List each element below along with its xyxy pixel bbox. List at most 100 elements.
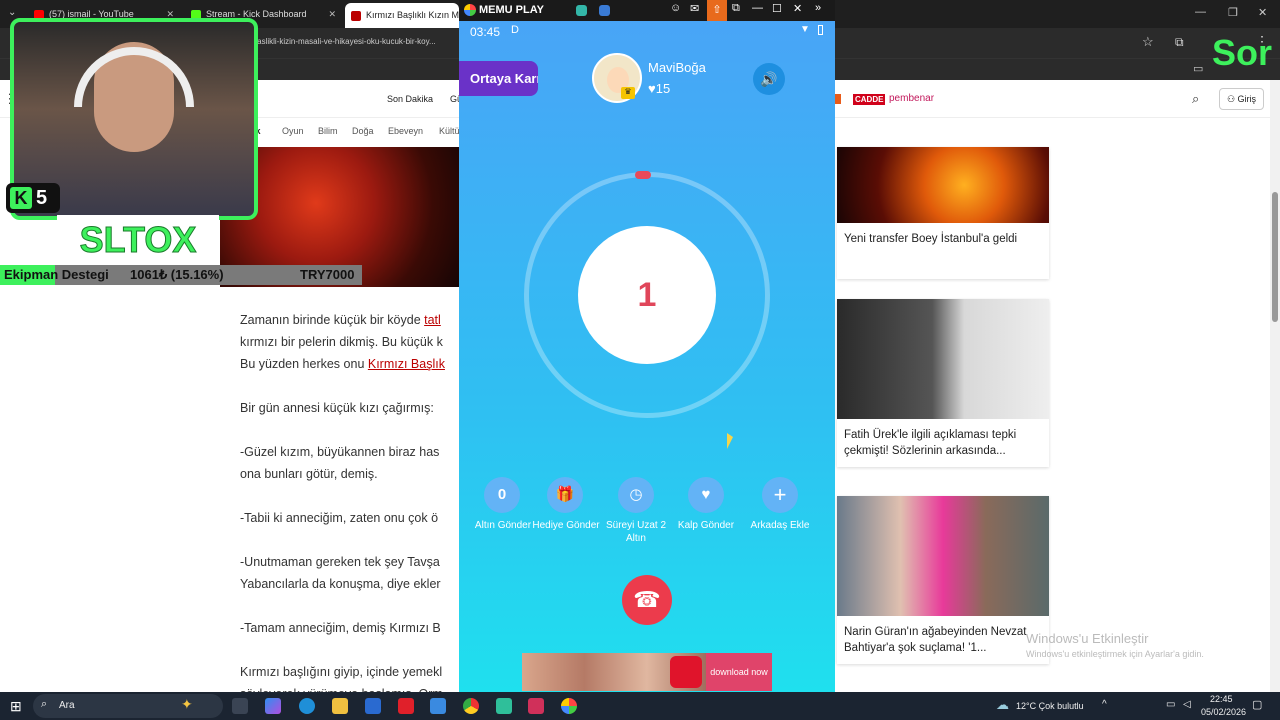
headphones [74, 47, 194, 107]
send-heart-label[interactable]: Kalp Gönder [671, 519, 741, 532]
paragraph-text: -Tabii ki anneciğim, zaten onu çok ö [240, 511, 439, 525]
expand-sidebar-icon[interactable]: » [815, 2, 821, 14]
ad-download-button[interactable]: download now [706, 653, 772, 691]
window-close-icon[interactable]: ✕ [1258, 6, 1267, 19]
mouse-cursor [727, 433, 733, 449]
extensions-icon[interactable]: ⧉ [1175, 35, 1184, 50]
network-icon[interactable]: ▭ [1166, 699, 1175, 710]
login-button[interactable]: ⚇ Giriş [1219, 88, 1264, 110]
maximize-icon[interactable]: ❐ [1228, 6, 1238, 19]
news-card[interactable]: Narin Güran'ın ağabeyinden Nevzat Bahtiy… [837, 496, 1049, 664]
clock-date[interactable]: 05/02/2026 [1201, 707, 1246, 717]
article-link[interactable]: tatl [424, 313, 441, 327]
avatar[interactable]: ♛ [592, 53, 642, 103]
news-card[interactable]: Yeni transfer Boey İstanbul'a geldi [837, 147, 1049, 279]
url-text[interactable]: -baslikli-kizin-masali-ve-hikayesi-oku-k… [250, 37, 436, 46]
brand-cadde[interactable]: CADDE [853, 94, 886, 105]
likes-value: 15 [655, 81, 671, 96]
article-paragraph: Yabancılarla da konuşma, diye ekler [240, 573, 441, 595]
volume-icon[interactable]: ◁ [1183, 699, 1191, 710]
notification-center-icon[interactable]: ▢ [1252, 698, 1262, 711]
news-card[interactable]: Fatih Ürek'le ilgili açıklaması tepki çe… [837, 299, 1049, 467]
copilot-icon[interactable] [265, 698, 281, 714]
edge-icon[interactable] [299, 698, 315, 714]
ortaya-kari-button[interactable]: Ortaya Karı [459, 61, 538, 96]
article-paragraph: Zamanın birinde küçük bir köyde tatl [240, 309, 441, 331]
app-icon[interactable] [528, 698, 544, 714]
paragraph-text: Bir gün annesi küçük kızı çağırmış: [240, 401, 434, 415]
send-gold-label[interactable]: Altın Gönder [468, 519, 538, 532]
paragraph-text: ona bunları götür, demiş. [240, 467, 378, 481]
category-oyun[interactable]: Oyun [282, 126, 304, 136]
crown-icon: ♛ [621, 87, 635, 99]
account-icon[interactable]: ☺ [670, 2, 681, 14]
sparkle-icon: ✦ [181, 696, 193, 712]
search-icon[interactable]: ⌕ [1192, 91, 1199, 107]
store-icon[interactable] [365, 698, 381, 714]
category-doga[interactable]: Doğa [352, 126, 374, 136]
donation-label: Ekipman Destegi [4, 267, 109, 282]
card-title[interactable]: Yeni transfer Boey İstanbul'a geldi [837, 223, 1049, 279]
category-ebeveyn[interactable]: Ebeveyn [388, 126, 423, 136]
memu-title-bar: MEMU PLAY ☺ ✉ ⚙ ⇧ ⧉ — ☐ ✕ » [459, 0, 835, 21]
card-image [837, 299, 1049, 419]
tray-chevron-icon[interactable]: ^ [1102, 699, 1107, 710]
ad-app-icon [670, 656, 702, 688]
webcam-overlay: K5 [0, 15, 262, 225]
memu-taskbar-icon[interactable] [561, 698, 577, 714]
card-title[interactable]: Fatih Ürek'le ilgili açıklaması tepki çe… [837, 419, 1049, 467]
folder-icon[interactable]: ▭ [1193, 62, 1203, 75]
send-gift-label[interactable]: Hediye Gönder [531, 519, 601, 532]
app-icon[interactable] [599, 5, 610, 16]
article-link[interactable]: Kırmızı Başlık [368, 357, 445, 371]
clock-time[interactable]: 22:45 [1210, 694, 1233, 704]
windows-taskbar: ⊞ ⌕ Ara ✦ ☁ 12°C Çok bulutlu ^ ▭ ◁ 22:45… [0, 692, 1280, 720]
task-view-icon[interactable] [232, 698, 248, 714]
close-icon[interactable]: ✕ [793, 2, 802, 15]
card-title[interactable]: Narin Güran'ın ağabeyinden Nevzat Bahtiy… [837, 616, 1049, 664]
kick-logo-icon: K [10, 187, 32, 209]
bookmark-star-icon[interactable]: ☆ [1142, 34, 1154, 50]
app-icon[interactable] [496, 698, 512, 714]
window-menu-icon[interactable]: ⧉ [732, 2, 740, 15]
upload-icon[interactable]: ⇧ [707, 0, 727, 21]
tab-active-label: Kırmızı Başlıklı Kızın Masalı [366, 10, 459, 20]
minimize-icon[interactable]: — [752, 2, 763, 14]
add-friend-label[interactable]: Arkadaş Ekle [745, 519, 815, 532]
category-bilim[interactable]: Bilim [318, 126, 338, 136]
extend-time-label[interactable]: Süreyi Uzat 2 Altın [601, 519, 671, 545]
clock-icon[interactable]: ◷ [618, 477, 654, 513]
maximize-icon[interactable]: ☐ [772, 2, 782, 15]
weather-text[interactable]: 12°C Çok bulutlu [1016, 701, 1084, 711]
page-scrollbar[interactable] [1270, 80, 1280, 692]
paragraph-text: kırmızı bir pelerin dikmiş. Bu küçük k [240, 335, 443, 349]
close-icon[interactable]: ✕ [328, 4, 336, 24]
gift-icon[interactable]: 🎁 [547, 477, 583, 513]
chrome-icon[interactable] [463, 698, 479, 714]
taskbar-search[interactable]: ⌕ Ara ✦ [33, 694, 223, 718]
tab-kirmizi-baslikli[interactable]: Kırmızı Başlıklı Kızın Masalı [345, 3, 459, 28]
ad-banner[interactable]: download now [522, 653, 772, 691]
site-favicon-icon [351, 10, 361, 21]
brand-pembenar[interactable]: pembenar [889, 93, 934, 104]
notification-icon: D [511, 24, 519, 36]
article-paragraph: Bu yüzden herkes onu Kırmızı Başlık [240, 353, 445, 375]
end-call-button[interactable]: ☎ [622, 575, 672, 625]
plus-icon[interactable]: + [762, 477, 798, 513]
file-explorer-icon[interactable] [332, 698, 348, 714]
minimize-icon[interactable]: — [1195, 6, 1206, 18]
wifi-icon: ▼ [800, 24, 810, 35]
memu-emulator-window: MEMU PLAY ☺ ✉ ⚙ ⇧ ⧉ — ☐ ✕ » 03:45 D ▼ Or… [459, 0, 835, 692]
windows-start-icon[interactable]: ⊞ [10, 698, 22, 715]
speaker-icon[interactable]: 🔊 [753, 63, 785, 95]
nav-son-dakika[interactable]: Son Dakika [387, 94, 433, 104]
memu-title: MEMU PLAY [479, 4, 544, 16]
mail-icon[interactable]: ✉ [690, 2, 699, 15]
category-kultur[interactable]: Kültü [439, 126, 460, 136]
app-icon[interactable] [576, 5, 587, 16]
mail-icon[interactable] [430, 698, 446, 714]
app-w-icon[interactable] [398, 698, 414, 714]
gold-count-button[interactable]: 0 [484, 477, 520, 513]
scrollbar-thumb[interactable] [1272, 192, 1278, 322]
heart-icon[interactable]: ♥ [688, 477, 724, 513]
